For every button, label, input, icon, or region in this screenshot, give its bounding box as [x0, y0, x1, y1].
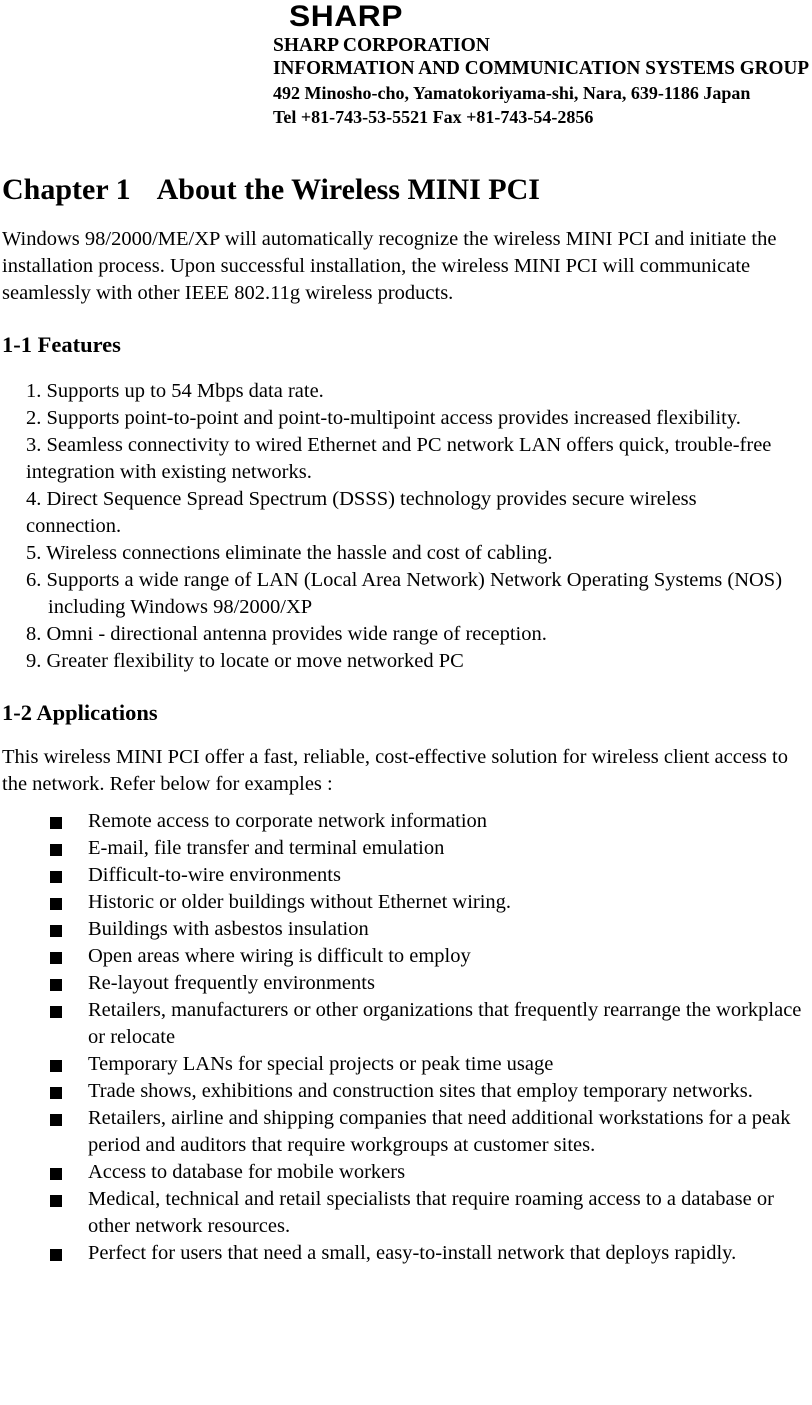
application-item: Re-layout frequently environments: [50, 970, 812, 997]
division-name: INFORMATION AND COMMUNICATION SYSTEMS GR…: [273, 58, 810, 79]
square-bullet-icon: [50, 1087, 62, 1099]
feature-item: 5. Wireless connections eliminate the ha…: [26, 542, 553, 564]
applications-list: Remote access to corporate network infor…: [0, 808, 812, 1267]
application-item: E-mail, file transfer and terminal emula…: [50, 835, 812, 862]
application-item: Remote access to corporate network infor…: [50, 808, 812, 835]
application-item-label: Re-layout frequently environments: [88, 972, 375, 994]
application-item-label: Difficult-to-wire environments: [88, 864, 341, 886]
application-item: Trade shows, exhibitions and constructio…: [50, 1078, 812, 1105]
application-item-label: Open areas where wiring is difficult to …: [88, 945, 471, 967]
application-item: Open areas where wiring is difficult to …: [50, 943, 812, 970]
application-item: Buildings with asbestos insulation: [50, 916, 812, 943]
letterhead: SHARP SHARP CORPORATION INFORMATION AND …: [273, 0, 812, 129]
applications-intro-paragraph: This wireless MINI PCI offer a fast, rel…: [2, 746, 788, 795]
square-bullet-icon: [50, 1006, 62, 1018]
chapter-title: Chapter 1 About the Wireless MINI PCI: [2, 172, 812, 208]
application-item: Difficult-to-wire environments: [50, 862, 812, 889]
sharp-logo: SHARP: [289, 0, 403, 33]
chapter-intro-paragraph: Windows 98/2000/ME/XP will automatically…: [2, 228, 777, 304]
document-body: Chapter 1 About the Wireless MINI PCI Win…: [0, 172, 812, 1267]
square-bullet-icon: [50, 871, 62, 883]
application-item-label: Trade shows, exhibitions and constructio…: [88, 1080, 753, 1102]
section-heading-applications: 1-2 Applications: [2, 700, 158, 725]
company-address: 492 Minosho-cho, Yamatokoriyama-shi, Nar…: [273, 83, 751, 103]
square-bullet-icon: [50, 1195, 62, 1207]
square-bullet-icon: [50, 925, 62, 937]
application-item: Retailers, airline and shipping companie…: [50, 1105, 812, 1159]
feature-item: including Windows 98/2000/XP: [48, 596, 313, 618]
application-item: Access to database for mobile workers: [50, 1159, 812, 1186]
application-item-label: Access to database for mobile workers: [88, 1161, 406, 1183]
feature-item: 4. Direct Sequence Spread Spectrum (DSSS…: [26, 488, 697, 537]
chapter-number: Chapter 1: [2, 173, 131, 206]
square-bullet-icon: [50, 1060, 62, 1072]
company-name: SHARP CORPORATION: [273, 35, 490, 56]
application-item-label: Medical, technical and retail specialist…: [88, 1188, 774, 1237]
application-item-label: Retailers, airline and shipping companie…: [88, 1107, 791, 1156]
application-item-label: Retailers, manufacturers or other organi…: [88, 999, 802, 1048]
application-item: Historic or older buildings without Ethe…: [50, 889, 812, 916]
square-bullet-icon: [50, 817, 62, 829]
square-bullet-icon: [50, 1168, 62, 1180]
application-item-label: Historic or older buildings without Ethe…: [88, 891, 512, 913]
feature-item: 3. Seamless connectivity to wired Ethern…: [26, 434, 772, 483]
feature-item: 1. Supports up to 54 Mbps data rate.: [26, 380, 324, 402]
company-contact: Tel +81-743-53-5521 Fax +81-743-54-2856: [273, 107, 594, 127]
square-bullet-icon: [50, 979, 62, 991]
square-bullet-icon: [50, 844, 62, 856]
application-item: Temporary LANs for special projects or p…: [50, 1051, 812, 1078]
feature-item: 9. Greater flexibility to locate or move…: [26, 650, 464, 672]
chapter-title-text: About the Wireless MINI PCI: [156, 173, 540, 206]
square-bullet-icon: [50, 952, 62, 964]
application-item-label: Temporary LANs for special projects or p…: [88, 1053, 554, 1075]
features-list: 1. Supports up to 54 Mbps data rate. 2. S…: [0, 378, 812, 675]
square-bullet-icon: [50, 1249, 62, 1261]
square-bullet-icon: [50, 898, 62, 910]
application-item-label: Perfect for users that need a small, eas…: [88, 1242, 737, 1264]
application-item: Medical, technical and retail specialist…: [50, 1186, 812, 1240]
application-item-label: Remote access to corporate network infor…: [88, 810, 488, 832]
feature-item: 2. Supports point-to-point and point-to-…: [26, 407, 741, 429]
document-page: SHARP SHARP CORPORATION INFORMATION AND …: [0, 0, 812, 1405]
feature-item: 6. Supports a wide range of LAN (Local A…: [26, 569, 783, 591]
application-item-label: E-mail, file transfer and terminal emula…: [88, 837, 445, 859]
square-bullet-icon: [50, 1114, 62, 1126]
feature-item: 8. Omni - directional antenna provides w…: [26, 623, 547, 645]
section-heading-features: 1-1 Features: [2, 332, 121, 357]
application-item-label: Buildings with asbestos insulation: [88, 918, 369, 940]
application-item: Retailers, manufacturers or other organi…: [50, 997, 812, 1051]
application-item: Perfect for users that need a small, eas…: [50, 1240, 812, 1267]
